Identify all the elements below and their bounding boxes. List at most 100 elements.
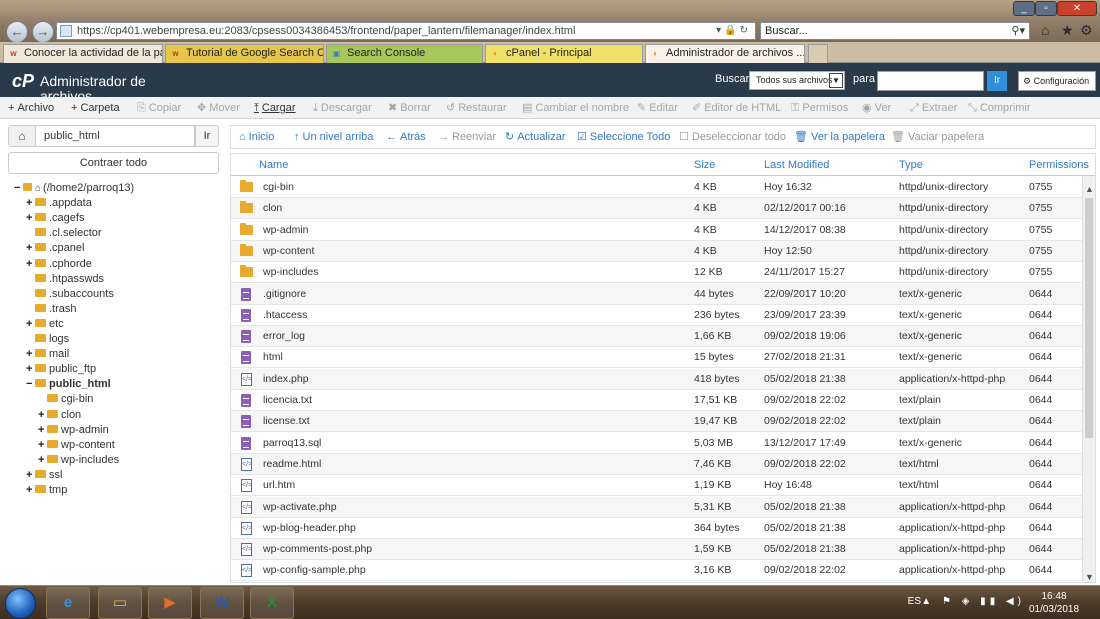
lock-icon[interactable]: ▾🔒↻ xyxy=(716,23,751,39)
back-button[interactable]: ← xyxy=(6,21,28,43)
clock[interactable]: 16:48 01/03/2018 xyxy=(1026,590,1082,616)
new-tab-button[interactable] xyxy=(808,44,828,63)
table-row[interactable]: html 15 bytes 27/02/2018 21:31 text/x-gener… xyxy=(231,347,1083,369)
close-window-button[interactable]: ✕ xyxy=(1057,1,1097,16)
tree-item-cpanel[interactable]: + .cpanel xyxy=(26,241,84,256)
settings-button[interactable]: ⚙ Configuración xyxy=(1018,71,1096,91)
tree-item-cl-selector[interactable]: .cl.selector xyxy=(26,226,102,241)
home-icon[interactable]: ⌂ xyxy=(1041,22,1049,38)
path-go-button[interactable]: Ir xyxy=(195,125,219,147)
table-row[interactable]: license.txt 19,47 KB 09/02/2018 22:02 text/… xyxy=(231,411,1083,433)
browser-tab-4[interactable]: ◐ cPanel - Principal xyxy=(485,44,643,63)
table-row[interactable]: </> wp-activate.php 5,31 KB 05/02/2018 21:3… xyxy=(231,496,1083,518)
expand-icon[interactable]: + xyxy=(26,196,35,211)
expand-icon[interactable]: + xyxy=(38,408,47,423)
vertical-scrollbar[interactable]: ▲ ▼ xyxy=(1082,176,1095,582)
language-indicator[interactable]: ES xyxy=(908,596,921,607)
expand-icon[interactable]: + xyxy=(26,211,35,226)
expand-icon[interactable]: + xyxy=(26,241,35,256)
tree-item-subaccounts[interactable]: .subaccounts xyxy=(26,287,114,302)
collapse-all-button[interactable]: Contraer todo xyxy=(8,152,219,174)
action-un-nivel-arriba-button[interactable]: ↑ Un nivel arriba xyxy=(294,126,373,148)
search-icon[interactable]: ⚲▾ xyxy=(1011,23,1025,39)
table-row[interactable]: wp-admin 4 KB 14/12/2017 08:38 httpd/unix-d… xyxy=(231,220,1083,241)
browser-tab-1[interactable]: w Conocer la actividad de la pági... xyxy=(3,44,163,63)
tree-item-appdata[interactable]: + .appdata xyxy=(26,196,92,211)
tree-item-ssl[interactable]: + ssl xyxy=(26,468,62,483)
maximize-button[interactable]: ▫ xyxy=(1035,1,1057,16)
table-row[interactable]: wp-content 4 KB Hoy 12:50 httpd/unix-direct… xyxy=(231,240,1083,262)
tray-icons[interactable]: ▲ ⚑ ◈ ▮▮ ◀) xyxy=(921,596,1025,607)
search-go-button[interactable]: Ir xyxy=(987,71,1007,91)
action-ver-la-papelera-button[interactable]: 🗑 Ver la papelera xyxy=(794,126,885,148)
scroll-down-icon[interactable]: ▼ xyxy=(1083,572,1095,582)
scroll-up-icon[interactable]: ▲ xyxy=(1083,184,1095,194)
tree-item-wp-content[interactable]: + wp-content xyxy=(38,438,115,453)
column-header-last-modified[interactable]: Last Modified xyxy=(764,154,829,176)
gear-icon[interactable]: ⚙ xyxy=(1080,22,1093,39)
browser-tab-3[interactable]: ▣ Search Console xyxy=(326,44,483,63)
expand-icon[interactable]: + xyxy=(38,438,47,453)
column-header-type[interactable]: Type xyxy=(899,154,923,176)
table-row[interactable]: cgi-bin 4 KB Hoy 16:32 httpd/unix-directory… xyxy=(231,177,1083,198)
action-seleccione-todo-button[interactable]: ☑ Seleccione Todo xyxy=(577,126,670,148)
tree-item-cgi-bin[interactable]: cgi-bin xyxy=(38,392,93,407)
tree-item-wp-admin[interactable]: + wp-admin xyxy=(38,423,109,438)
collapse-icon[interactable]: − xyxy=(14,181,23,196)
address-bar[interactable]: https://cp401.webempresa.eu:2083/cpsess0… xyxy=(56,22,756,40)
expand-icon[interactable]: + xyxy=(26,483,35,498)
toolbar-cargar-button[interactable]: ⤒ Cargar xyxy=(254,97,296,119)
tree-item-public-ftp[interactable]: + public_ftp xyxy=(26,362,96,377)
expand-icon[interactable]: + xyxy=(26,317,35,332)
tree-item-htpasswds[interactable]: .htpasswds xyxy=(26,272,104,287)
table-row[interactable]: </> wp-config-sample.php 3,16 KB 09/02/2018… xyxy=(231,560,1083,582)
tree-item-clon[interactable]: + clon xyxy=(38,408,81,423)
favorites-icon[interactable]: ★ xyxy=(1061,22,1074,39)
tree-item-logs[interactable]: logs xyxy=(26,332,69,347)
tree-item-public-html[interactable]: − public_html xyxy=(26,377,111,392)
table-row[interactable]: </> index.php 418 bytes 05/02/2018 21:38 app… xyxy=(231,368,1083,390)
file-explorer-icon[interactable]: ▭ xyxy=(98,587,142,619)
collapse-icon[interactable]: − xyxy=(26,377,35,392)
scroll-thumb[interactable] xyxy=(1085,198,1093,438)
tree-item-home2-parroq13[interactable]: − ⌂ (/home2/parroq13) xyxy=(14,181,134,196)
table-row[interactable]: .gitignore 44 bytes 22/09/2017 10:20 text/x… xyxy=(231,283,1083,305)
home-icon[interactable]: ⌂ xyxy=(8,125,36,147)
excel-icon[interactable]: X xyxy=(250,587,294,619)
tree-item-cphorde[interactable]: + .cphorde xyxy=(26,257,92,272)
action-inicio-button[interactable]: ⌂ Inicio xyxy=(239,126,274,148)
toolbar-archivo-button[interactable]: + Archivo xyxy=(8,97,54,119)
table-row[interactable]: </> wp-comments-post.php 1,59 KB 05/02/2018… xyxy=(231,539,1083,561)
minimize-button[interactable]: _ xyxy=(1013,1,1035,16)
table-row[interactable]: licencia.txt 17,51 KB 09/02/2018 22:02 text… xyxy=(231,390,1083,411)
forward-button[interactable]: → xyxy=(32,21,54,43)
browser-search-box[interactable]: Buscar... ⚲▾ xyxy=(760,22,1030,40)
table-row[interactable]: clon 4 KB 02/12/2017 00:16 httpd/unix-direc… xyxy=(231,198,1083,220)
search-scope-select[interactable]: Todos sus archivos ▼ xyxy=(749,71,845,90)
column-header-size[interactable]: Size xyxy=(694,154,715,176)
tree-item-etc[interactable]: + etc xyxy=(26,317,64,332)
start-button[interactable] xyxy=(5,588,36,619)
expand-icon[interactable]: + xyxy=(26,362,35,377)
table-row[interactable]: </> readme.html 7,46 KB 09/02/2018 22:02 tex… xyxy=(231,453,1083,475)
media-player-icon[interactable]: ▶ xyxy=(148,587,192,619)
expand-icon[interactable]: + xyxy=(26,257,35,272)
toolbar-carpeta-button[interactable]: + Carpeta xyxy=(71,97,120,119)
path-input[interactable]: public_html xyxy=(36,125,195,147)
file-search-input[interactable] xyxy=(877,71,984,91)
tree-item-cagefs[interactable]: + .cagefs xyxy=(26,211,84,226)
table-row[interactable]: parroq13.sql 5,03 MB 13/12/2017 17:49 text/… xyxy=(231,433,1083,454)
column-header-name[interactable]: Name xyxy=(259,154,288,176)
action-actualizar-button[interactable]: ↻ Actualizar xyxy=(505,126,566,148)
browser-tab-5[interactable]: ◐ Administrador de archivos ... xyxy=(645,44,805,63)
browser-tab-2[interactable]: w Tutorial de Google Search Con... xyxy=(165,44,324,63)
table-row[interactable]: </> wp-blog-header.php 364 bytes 05/02/2018… xyxy=(231,518,1083,539)
action-atr-s-button[interactable]: ← Atrás xyxy=(386,126,426,148)
internet-explorer-icon[interactable]: e xyxy=(46,587,90,619)
expand-icon[interactable]: + xyxy=(38,453,47,468)
tree-item-mail[interactable]: + mail xyxy=(26,347,69,362)
table-row[interactable]: .htaccess 236 bytes 23/09/2017 23:39 text/x… xyxy=(231,305,1083,326)
cpanel-logo[interactable]: cP xyxy=(12,71,34,92)
word-icon[interactable]: W xyxy=(200,587,244,619)
tree-item-tmp[interactable]: + tmp xyxy=(26,483,67,498)
